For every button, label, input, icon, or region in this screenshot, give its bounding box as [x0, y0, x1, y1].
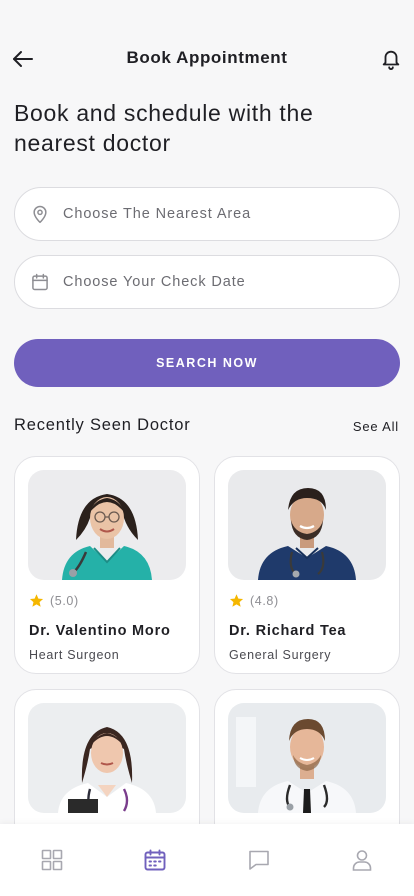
see-all-link[interactable]: See All [353, 419, 399, 434]
chat-icon [248, 850, 269, 870]
nav-item-messages[interactable] [207, 824, 311, 896]
date-field[interactable] [14, 255, 400, 309]
area-field[interactable] [14, 187, 400, 241]
doctor-photo [228, 470, 386, 580]
notifications-button[interactable] [376, 44, 406, 74]
star-icon [229, 593, 244, 608]
doctor-specialty: Heart Surgeon [29, 648, 120, 662]
section-title: Recently Seen Doctor [14, 416, 191, 434]
rating-value: (5.0) [50, 593, 79, 608]
profile-icon [352, 849, 372, 871]
doctor-photo [28, 470, 186, 580]
rating-value: (4.8) [250, 593, 279, 608]
area-input[interactable] [63, 206, 363, 222]
nav-item-home[interactable] [0, 824, 104, 896]
nav-item-profile[interactable] [311, 824, 414, 896]
nav-item-appointments[interactable] [104, 824, 208, 896]
doctor-rating: (5.0) [29, 593, 79, 608]
bottom-navigation [0, 824, 414, 896]
app-header: Book Appointment [0, 40, 414, 76]
location-pin-icon [29, 203, 51, 225]
search-now-button[interactable]: SEARCH NOW [14, 339, 400, 387]
date-input[interactable] [63, 274, 363, 290]
doctor-rating: (4.8) [229, 593, 279, 608]
calendar-icon [29, 271, 51, 293]
grid-icon [41, 849, 63, 870]
doctor-name: Dr. Richard Tea [229, 623, 347, 639]
doctor-card[interactable]: (5.0) Dr. Valentino Moro Heart Surgeon [14, 456, 200, 674]
doctor-name: Dr. Valentino Moro [29, 623, 171, 639]
doctor-card[interactable]: (4.8) Dr. Richard Tea General Surgery [214, 456, 400, 674]
page-title: Book Appointment [126, 48, 288, 67]
headline: Book and schedule with the nearest docto… [14, 100, 314, 156]
star-icon [29, 593, 44, 608]
doctor-photo [28, 703, 186, 813]
calendar-icon [144, 849, 166, 870]
bell-icon [382, 50, 400, 70]
doctor-photo [228, 703, 386, 813]
doctor-specialty: General Surgery [229, 648, 332, 662]
